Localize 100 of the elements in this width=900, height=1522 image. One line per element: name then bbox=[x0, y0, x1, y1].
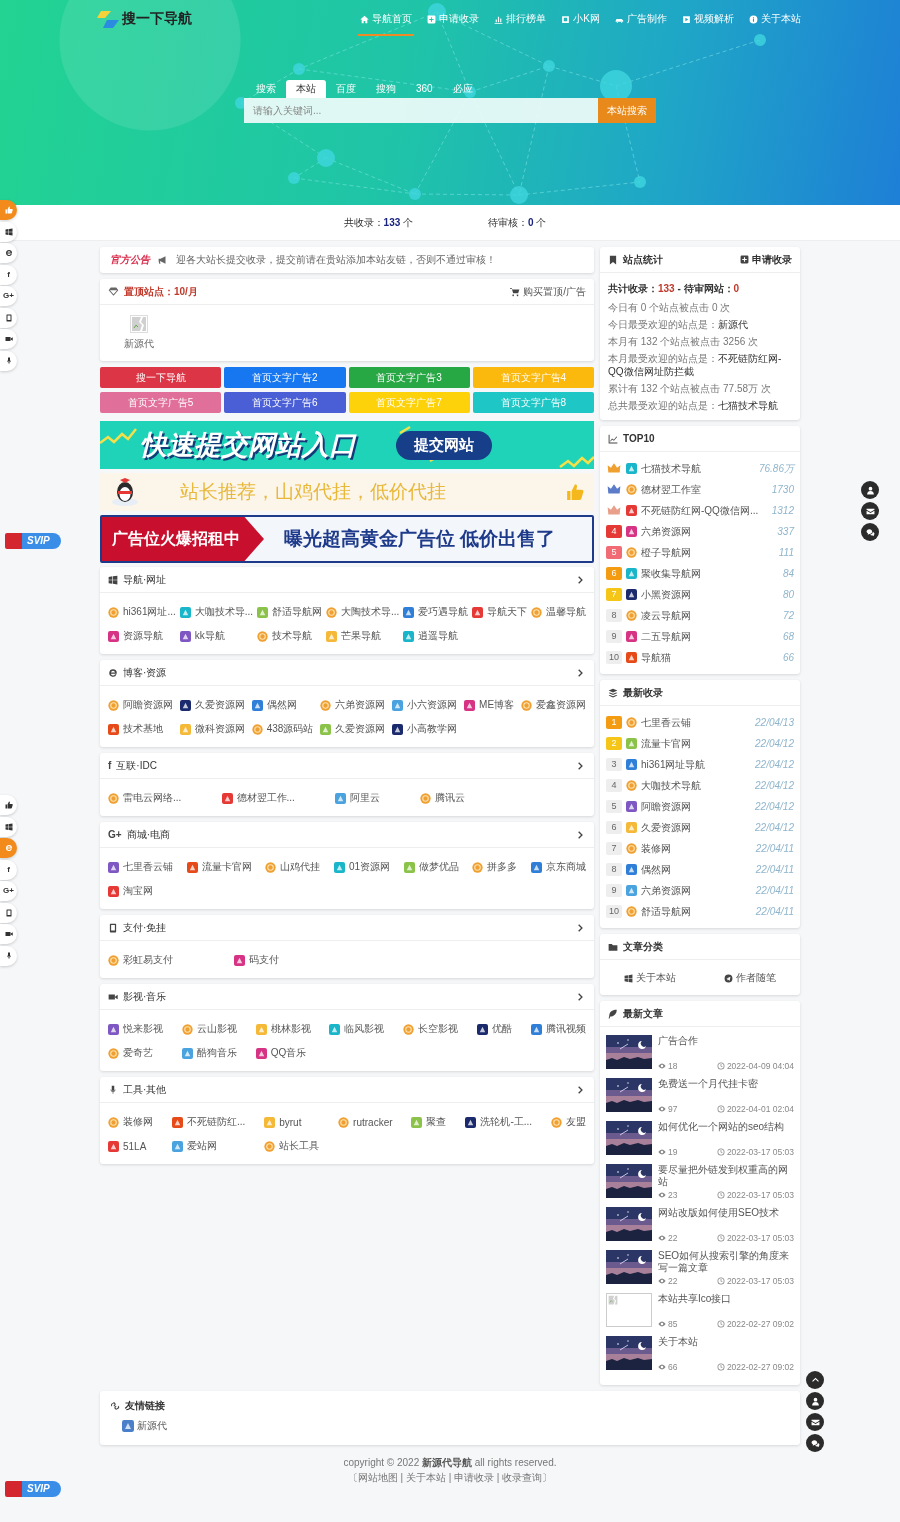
submit-site-button[interactable]: 提交网站 bbox=[396, 430, 492, 460]
site-link[interactable]: 爱巧遇导航 bbox=[403, 600, 469, 624]
submit-banner[interactable]: 快速提交网站入口 提交网站 bbox=[100, 421, 594, 469]
ranking-row[interactable]: 5 橙子导航网 111 bbox=[606, 542, 794, 563]
share-button[interactable]: f bbox=[0, 264, 17, 285]
site-link[interactable]: 优酷 bbox=[477, 1017, 513, 1041]
share-button[interactable] bbox=[0, 816, 17, 837]
share-button[interactable]: G+ bbox=[0, 286, 17, 306]
share-button[interactable]: f bbox=[0, 859, 17, 880]
friend-link[interactable]: 新源代 bbox=[122, 1419, 167, 1433]
site-link[interactable]: 云山影视 bbox=[181, 1017, 237, 1041]
site-link[interactable]: kk导航 bbox=[179, 624, 254, 648]
apply-link[interactable]: 申请收录 bbox=[740, 252, 792, 267]
site-link[interactable]: 山鸡代挂 bbox=[265, 855, 321, 879]
site-link[interactable]: 01资源网 bbox=[333, 855, 391, 879]
site-link[interactable]: 大陶技术导... bbox=[325, 600, 400, 624]
ranking-row[interactable]: 1 七里香云铺 22/04/13 bbox=[606, 712, 794, 733]
ranking-row[interactable]: 10 导航猫 66 bbox=[606, 647, 794, 668]
article-link[interactable]: 要尽量把外链发到权重高的网站 bbox=[658, 1164, 794, 1188]
site-link[interactable]: 装修网 bbox=[108, 1110, 153, 1134]
site-link[interactable]: 友盟 bbox=[551, 1110, 586, 1134]
mail-button[interactable] bbox=[861, 502, 879, 520]
ad-rent-banner[interactable]: 广告位火爆招租中 曝光超高黄金广告位 低价出售了 bbox=[100, 515, 594, 563]
site-link[interactable]: 技术导航 bbox=[256, 624, 322, 648]
article-link[interactable]: 广告合作 bbox=[658, 1035, 794, 1047]
chat-button[interactable] bbox=[806, 1434, 824, 1452]
share-button[interactable] bbox=[0, 243, 17, 263]
site-link[interactable]: 芒果导航 bbox=[325, 624, 400, 648]
category-link[interactable]: 作者随笔 bbox=[724, 971, 776, 985]
article-link[interactable]: SEO如何从搜索引擎的角度来写一篇文章 bbox=[658, 1250, 794, 1274]
site-link[interactable]: 微科资源网 bbox=[179, 717, 245, 741]
site-link[interactable]: 做梦优品 bbox=[403, 855, 459, 879]
site-link[interactable]: 腾讯视频 bbox=[530, 1017, 586, 1041]
site-link[interactable]: 桃林影视 bbox=[255, 1017, 311, 1041]
ranking-row[interactable]: 6 聚收集导航网 84 bbox=[606, 563, 794, 584]
mail-button[interactable] bbox=[806, 1413, 824, 1431]
site-link[interactable]: 京东商城 bbox=[530, 855, 586, 879]
ranking-row[interactable]: 5 阿瞻资源网 22/04/12 bbox=[606, 796, 794, 817]
ranking-row[interactable]: 七猫技术导航 76.86万 bbox=[606, 458, 794, 479]
ranking-row[interactable]: 8 偶然网 22/04/11 bbox=[606, 859, 794, 880]
site-link[interactable]: 洗轮机-工... bbox=[465, 1110, 533, 1134]
site-link[interactable]: 久爱资源网 bbox=[179, 693, 245, 717]
site-link[interactable]: 温馨导航 bbox=[530, 600, 586, 624]
site-link[interactable]: QQ音乐 bbox=[255, 1041, 311, 1065]
sticky-site[interactable]: 新源代 bbox=[124, 315, 154, 351]
site-link[interactable]: ME博客 bbox=[464, 693, 515, 717]
site-link[interactable]: 七里香云铺 bbox=[108, 855, 173, 879]
site-link[interactable]: 爱奇艺 bbox=[108, 1041, 163, 1065]
site-link[interactable]: 438源码站 bbox=[251, 717, 314, 741]
site-link[interactable]: 临风影视 bbox=[329, 1017, 385, 1041]
site-link[interactable]: 舒适导航网 bbox=[256, 600, 322, 624]
article-link[interactable]: 关于本站 bbox=[658, 1336, 794, 1348]
site-link[interactable]: 51LA bbox=[108, 1134, 153, 1158]
scroll-top-button[interactable] bbox=[806, 1371, 824, 1389]
site-link[interactable]: 码支付 bbox=[234, 948, 280, 972]
site-link[interactable]: rutracker bbox=[338, 1110, 393, 1134]
ranking-row[interactable]: 3 hi361网址导航 22/04/12 bbox=[606, 754, 794, 775]
site-link[interactable]: 淘宝网 bbox=[108, 879, 173, 903]
buy-link[interactable]: 购买置顶/广告 bbox=[510, 284, 586, 299]
text-ad-button[interactable]: 首页文字广告2 bbox=[224, 367, 346, 388]
site-link[interactable]: 逍遥导航 bbox=[403, 624, 469, 648]
ranking-row[interactable]: 4 六弟资源网 337 bbox=[606, 521, 794, 542]
site-link[interactable]: 流量卡官网 bbox=[186, 855, 252, 879]
site-link[interactable]: 六弟资源网 bbox=[320, 693, 386, 717]
site-link[interactable]: 悦来影视 bbox=[108, 1017, 163, 1041]
site-link[interactable]: 小高教学网 bbox=[392, 717, 458, 741]
ranking-row[interactable]: 7 装修网 22/04/11 bbox=[606, 838, 794, 859]
search-tab[interactable]: 本站 bbox=[286, 80, 326, 98]
site-link[interactable]: 导航天下 bbox=[472, 600, 528, 624]
text-ad-button[interactable]: 首页文字广告6 bbox=[224, 392, 346, 413]
site-link[interactable]: 大咖技术导... bbox=[179, 600, 254, 624]
user-button[interactable] bbox=[861, 481, 879, 499]
site-link[interactable]: 阿里云 bbox=[335, 786, 381, 810]
site-link[interactable]: hi361网址... bbox=[108, 600, 176, 624]
site-link[interactable]: 长空影视 bbox=[403, 1017, 459, 1041]
article-link[interactable]: 如何优化一个网站的seo结构 bbox=[658, 1121, 794, 1133]
ranking-row[interactable]: 10 舒适导航网 22/04/11 bbox=[606, 901, 794, 922]
ranking-row[interactable]: 2 流量卡官网 22/04/12 bbox=[606, 733, 794, 754]
category-link[interactable]: 关于本站 bbox=[624, 971, 676, 985]
ranking-row[interactable]: 4 大咖技术导航 22/04/12 bbox=[606, 775, 794, 796]
site-link[interactable]: byrut bbox=[264, 1110, 320, 1134]
site-link[interactable]: 酷狗音乐 bbox=[181, 1041, 237, 1065]
chat-button[interactable] bbox=[861, 523, 879, 541]
text-ad-button[interactable]: 搜一下导航 bbox=[100, 367, 222, 388]
site-link[interactable]: 爱鑫资源网 bbox=[520, 693, 586, 717]
article-link[interactable]: 免费送一个月代挂卡密 bbox=[658, 1078, 794, 1090]
site-logo[interactable]: 搜一下导航 bbox=[122, 10, 192, 28]
site-link[interactable]: 站长工具 bbox=[264, 1134, 320, 1158]
site-link[interactable]: 小六资源网 bbox=[392, 693, 458, 717]
article-link[interactable]: 本站共享Ico接口 bbox=[658, 1293, 794, 1305]
share-button[interactable]: G+ bbox=[0, 881, 17, 901]
site-link[interactable]: 雷电云网络... bbox=[108, 786, 182, 810]
site-link[interactable]: 彩虹易支付 bbox=[108, 948, 173, 972]
site-link[interactable]: 资源导航 bbox=[108, 624, 176, 648]
ranking-row[interactable]: 6 久爱资源网 22/04/12 bbox=[606, 817, 794, 838]
ranking-row[interactable]: 不死链防红网-QQ微信网... 1312 bbox=[606, 500, 794, 521]
site-link[interactable]: 偶然网 bbox=[251, 693, 314, 717]
site-link[interactable]: 腾讯云 bbox=[420, 786, 466, 810]
ranking-row[interactable]: 9 六弟资源网 22/04/11 bbox=[606, 880, 794, 901]
site-link[interactable]: 不死链防红... bbox=[171, 1110, 246, 1134]
